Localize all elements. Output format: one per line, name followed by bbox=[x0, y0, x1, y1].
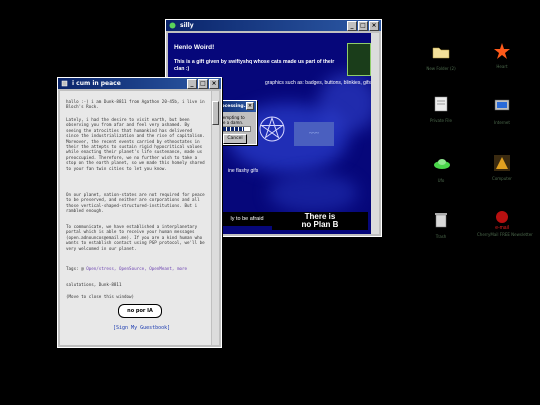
peace-scrollbar[interactable] bbox=[212, 91, 219, 345]
minimize-button[interactable]: _ bbox=[347, 21, 357, 31]
earth-paragraph: Lately, i had the desire to visit earth,… bbox=[66, 117, 205, 171]
silly-titlebar[interactable]: silly _ □ × bbox=[166, 20, 381, 31]
app-icon bbox=[169, 22, 176, 29]
star-icon bbox=[493, 42, 511, 60]
silly-scrollbar[interactable] bbox=[371, 33, 379, 234]
email-label: e-mail bbox=[495, 225, 509, 230]
desktop-icon-label: Computer bbox=[492, 176, 512, 181]
maximize-button[interactable]: □ bbox=[198, 79, 208, 89]
minimize-button[interactable]: _ bbox=[187, 79, 197, 89]
flashy-text: ine flashy gifs bbox=[228, 168, 259, 174]
pc-icon bbox=[493, 98, 511, 116]
hello-heading: Henlo Woird! bbox=[174, 44, 215, 51]
close-hint: (Move to close this window) bbox=[66, 294, 135, 299]
guestbook-link[interactable]: [Sign My Guestbook] bbox=[113, 325, 170, 331]
folder-icon bbox=[432, 44, 450, 62]
desktop-icon-folder[interactable]: New Folder (2) bbox=[416, 44, 466, 71]
site-badge[interactable] bbox=[347, 43, 371, 76]
planb-banner: There is no Plan B bbox=[272, 212, 368, 230]
tags-label: Tags: @ bbox=[66, 266, 84, 271]
silly-title: silly bbox=[180, 22, 194, 29]
processing-message: Attempting to give a damn. bbox=[217, 115, 245, 125]
dialog-close-button[interactable]: × bbox=[246, 102, 254, 110]
desktop-icon-email[interactable]: e-mail CherryMail FREE Newsletter bbox=[477, 210, 533, 237]
desktop-icon-star[interactable]: Heart bbox=[477, 42, 527, 69]
tags-links[interactable]: Open/stress, OpenSource, OpenMeant, more bbox=[86, 266, 187, 271]
email-icon: e-mail bbox=[493, 210, 511, 231]
progress-bar bbox=[218, 126, 251, 132]
desktop-icon-document[interactable]: Private File bbox=[416, 96, 466, 123]
maximize-button[interactable]: □ bbox=[358, 21, 368, 31]
gift-text: This is a gift given by swiftyshq whose … bbox=[174, 59, 335, 72]
peace-titlebar[interactable]: i cum in peace _ □ × bbox=[58, 78, 221, 89]
planb-line2: no Plan B bbox=[301, 220, 339, 229]
desktop-icon-recycle[interactable]: Trash bbox=[416, 212, 466, 239]
no-por-ia-badge[interactable]: no por IA bbox=[118, 304, 162, 318]
contact-paragraph: To communicate, we have established a in… bbox=[66, 224, 205, 251]
recycle-icon bbox=[432, 212, 450, 230]
cat-badge[interactable]: ~~~ bbox=[294, 122, 334, 146]
program-icon bbox=[493, 154, 511, 172]
close-button[interactable]: × bbox=[369, 21, 379, 31]
tags-line: Tags: @ Open/stress, OpenSource, OpenMea… bbox=[66, 266, 206, 271]
intro-paragraph: hallo :-) i am Dunk-8811 from Agathon 20… bbox=[66, 99, 205, 110]
document-icon bbox=[432, 96, 450, 114]
signoff: salutations, Dunk-8811 bbox=[66, 282, 122, 287]
desktop-icon-label: Trash bbox=[435, 234, 447, 239]
progress-fill bbox=[219, 127, 244, 131]
graphics-text: graphics such as: badges, buttons, blink… bbox=[265, 80, 371, 86]
desktop-icon-label: CherryMail FREE Newsletter bbox=[477, 232, 533, 237]
pentagram-icon bbox=[259, 116, 285, 142]
nation-paragraph: On our planet, nation-states are not req… bbox=[66, 192, 205, 214]
peace-title: i cum in peace bbox=[72, 80, 121, 87]
desktop-icon-label: Heart bbox=[496, 64, 508, 69]
afraid-banner: ly to be afraid bbox=[222, 212, 272, 226]
desktop-icon-label: Internet bbox=[494, 120, 510, 125]
desktop-icon-label: New Folder (2) bbox=[426, 66, 456, 71]
app-icon bbox=[61, 80, 68, 87]
desktop-icon-pc[interactable]: Internet bbox=[477, 98, 527, 125]
desktop-icon-ufo[interactable]: Ufo bbox=[416, 156, 466, 183]
close-button[interactable]: × bbox=[209, 79, 219, 89]
desktop-icon-label: Ufo bbox=[437, 178, 445, 183]
scroll-thumb[interactable] bbox=[212, 101, 219, 125]
ufo-icon bbox=[432, 156, 450, 174]
desktop-icon-label: Private File bbox=[430, 118, 452, 123]
desktop-icon-program[interactable]: Computer bbox=[477, 154, 527, 181]
cancel-button[interactable]: Cancel bbox=[223, 134, 247, 144]
